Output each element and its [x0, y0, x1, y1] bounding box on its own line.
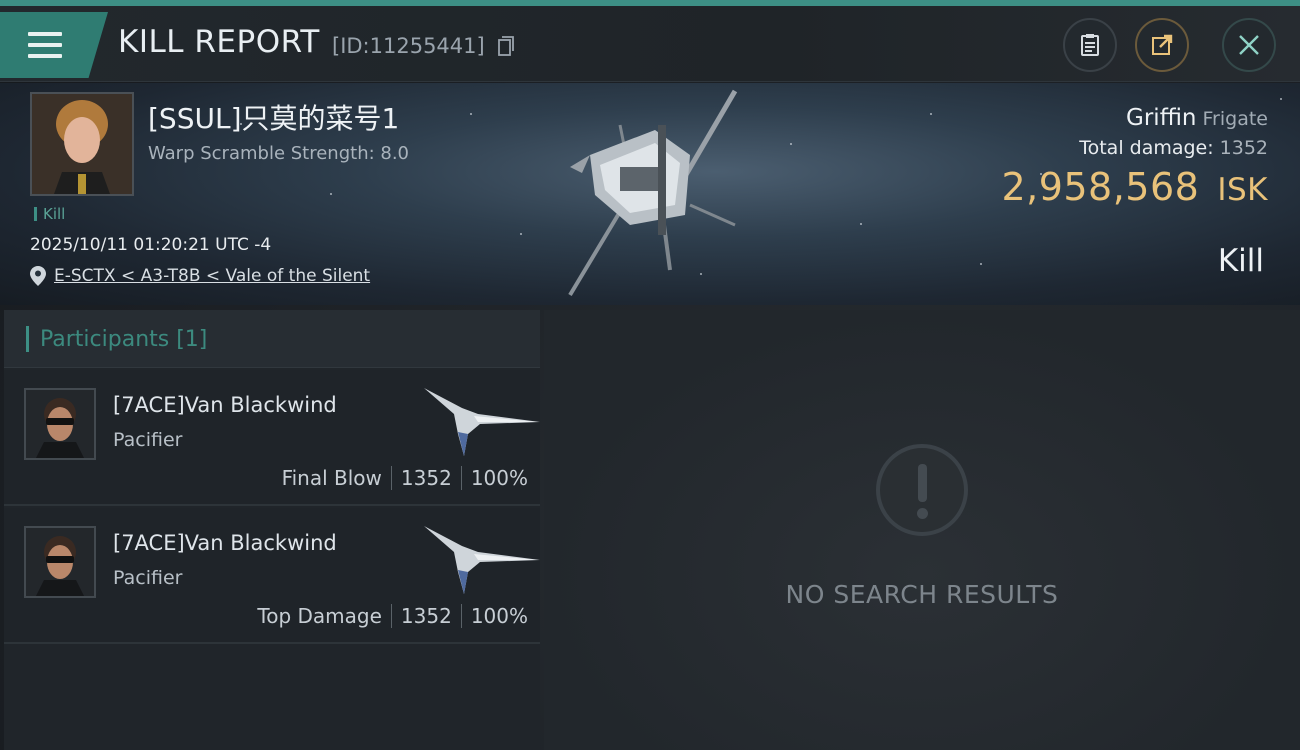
participant-row[interactable]: [7ACE]Van Blackwind Pacifier Top Damage 1…: [4, 508, 540, 644]
participant-percent: 100%: [470, 604, 528, 628]
victim-ship-image[interactable]: [560, 85, 750, 300]
participant-portrait: [26, 528, 94, 596]
participant-ship-image: [424, 388, 540, 456]
participant-damage: 1352: [400, 604, 452, 628]
participant-avatar[interactable]: [24, 388, 96, 460]
participant-row[interactable]: [7ACE]Van Blackwind Pacifier Final Blow 1…: [4, 370, 540, 506]
participants-header-accent: [26, 326, 29, 352]
kill-report-screen: KILL REPORT [ID:11255441] [SSUL]只莫的菜号1 W…: [0, 0, 1300, 750]
clipboard-icon: [1081, 34, 1099, 56]
participant-role: Top Damage: [257, 604, 382, 628]
participant-percent: 100%: [470, 466, 528, 490]
header-bar: KILL REPORT [ID:11255441]: [0, 6, 1300, 82]
participant-stats: Top Damage 1352 100%: [257, 604, 528, 628]
location-link[interactable]: E-SCTX < A3-T8B < Vale of the Silent: [30, 266, 370, 286]
menu-icon: [28, 32, 62, 58]
result-label: Kill: [1217, 243, 1264, 279]
exclamation-icon: [876, 444, 968, 536]
participant-portrait: [26, 390, 94, 458]
victim-avatar: [32, 94, 132, 194]
copy-icon[interactable]: [498, 36, 514, 56]
report-id: [ID:11255441]: [332, 34, 485, 58]
participant-ship: Pacifier: [113, 429, 183, 451]
ship-name[interactable]: Griffin: [1126, 105, 1196, 131]
victim-banner: [SSUL]只莫的菜号1 Warp Scramble Strength: 8.0…: [0, 83, 1300, 305]
participant-role: Final Blow: [281, 466, 382, 490]
location-text: E-SCTX < A3-T8B < Vale of the Silent: [54, 266, 371, 286]
isk-unit: ISK: [1217, 172, 1268, 208]
participant-damage: 1352: [400, 466, 452, 490]
participants-title: Participants [1]: [40, 327, 208, 352]
kill-tag: Kill: [34, 205, 65, 223]
ship-class: Frigate: [1202, 108, 1268, 130]
close-icon: [1239, 35, 1259, 55]
participant-name: [7ACE]Van Blackwind: [113, 393, 337, 417]
victim-name[interactable]: [SSUL]只莫的菜号1: [148, 97, 399, 137]
kill-timestamp: 2025/10/11 01:20:21 UTC -4: [30, 235, 272, 255]
location-pin-icon: [30, 266, 46, 286]
victim-portrait[interactable]: [30, 92, 134, 196]
share-button[interactable]: [1135, 18, 1189, 72]
participant-name: [7ACE]Van Blackwind: [113, 531, 337, 555]
participants-header: Participants [1]: [4, 310, 540, 368]
page-title: KILL REPORT: [118, 24, 320, 60]
total-damage-value: 1352: [1219, 137, 1268, 159]
no-results-text: NO SEARCH RESULTS: [785, 580, 1059, 609]
participant-ship: Pacifier: [113, 567, 183, 589]
warp-scramble-strength: Warp Scramble Strength: 8.0: [148, 143, 410, 164]
ship-summary: Griffin Frigate Total damage: 1352 2,958,5…: [1001, 105, 1268, 209]
participants-panel: Participants [1] [7ACE]Van Blackwind Pac…: [4, 310, 540, 750]
participant-stats: Final Blow 1352 100%: [282, 466, 528, 490]
participant-avatar[interactable]: [24, 526, 96, 598]
close-button[interactable]: [1222, 18, 1276, 72]
total-damage-label: Total damage:: [1079, 137, 1214, 159]
results-panel: NO SEARCH RESULTS: [544, 310, 1300, 750]
isk-value: 2,958,568: [1001, 165, 1200, 209]
share-icon: [1152, 34, 1173, 55]
menu-button[interactable]: [0, 12, 108, 78]
participant-ship-image: [424, 526, 540, 594]
clipboard-button[interactable]: [1063, 18, 1117, 72]
